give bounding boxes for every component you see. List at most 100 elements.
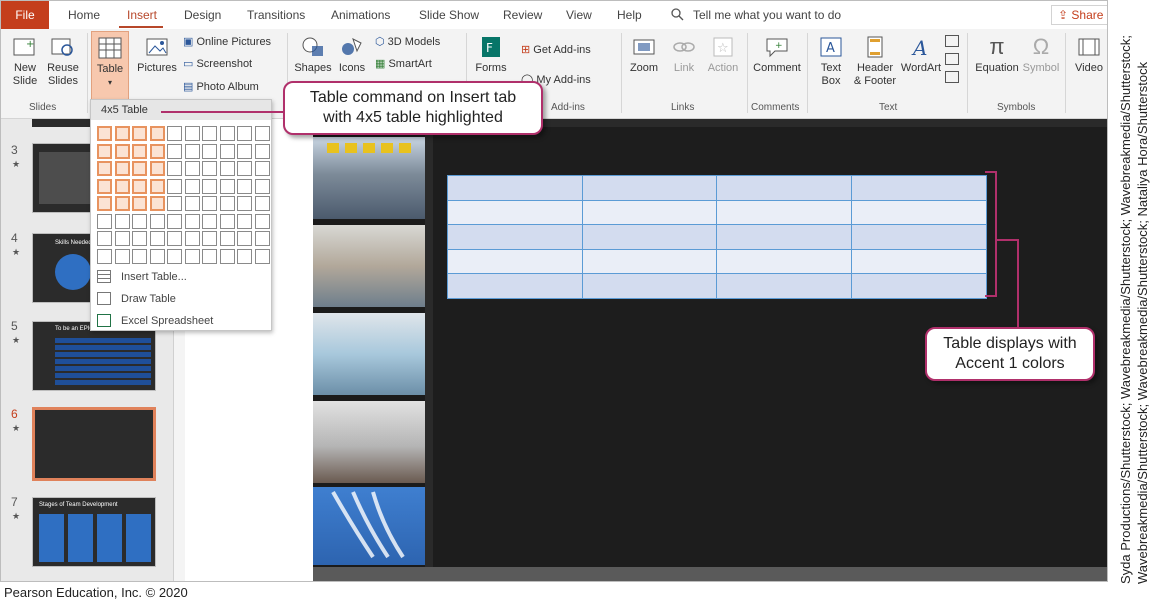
insert-table-menu-item[interactable]: Insert Table... <box>91 266 271 288</box>
table-grid-cell[interactable] <box>97 231 112 246</box>
table-grid-cell[interactable] <box>237 213 252 229</box>
draw-table-menu-item[interactable]: Draw Table <box>91 288 271 310</box>
table-grid-cell[interactable] <box>202 213 217 229</box>
table-grid-cell[interactable] <box>149 248 165 264</box>
table-grid-cell[interactable] <box>132 231 147 246</box>
table-grid-cell[interactable] <box>132 248 147 264</box>
table-grid-cell[interactable] <box>167 143 182 159</box>
table-grid-cell-highlighted[interactable] <box>132 161 147 176</box>
table-grid-cell[interactable] <box>167 126 182 141</box>
zoom-button[interactable]: Zoom <box>625 35 663 75</box>
table-grid-cell-highlighted[interactable] <box>149 126 165 141</box>
tell-me-search[interactable]: Tell me what you want to do <box>693 8 841 22</box>
screenshot-button[interactable]: ▭ Screenshot <box>183 57 252 70</box>
table-grid-cell[interactable] <box>237 178 252 194</box>
table-grid-cell[interactable] <box>167 161 182 176</box>
slide-6-thumbnail-selected[interactable] <box>32 407 156 481</box>
table-grid-cell[interactable] <box>167 213 182 229</box>
table-grid-cell[interactable] <box>167 196 182 211</box>
reuse-slides-button[interactable]: Reuse Slides <box>45 35 81 88</box>
table-grid-cell[interactable] <box>202 126 217 141</box>
table-grid-cell[interactable] <box>219 161 235 176</box>
table-grid-cell[interactable] <box>237 143 252 159</box>
table-grid-cell-highlighted[interactable] <box>149 161 165 176</box>
table-grid-cell[interactable] <box>202 231 217 246</box>
table-row[interactable] <box>448 224 986 250</box>
table-grid-cell[interactable] <box>219 248 235 264</box>
table-grid-cell[interactable] <box>184 231 200 246</box>
table-grid-cell-highlighted[interactable] <box>114 126 130 141</box>
table-grid-cell-highlighted[interactable] <box>97 161 112 176</box>
table-grid-cell[interactable] <box>184 161 200 176</box>
tab-view[interactable]: View <box>566 8 592 22</box>
slide-photo-meeting[interactable] <box>313 225 425 307</box>
text-more-icons[interactable] <box>945 35 963 95</box>
text-box-button[interactable]: A Text Box <box>813 35 849 88</box>
table-grid-cell-highlighted[interactable] <box>149 196 165 211</box>
table-grid-cell[interactable] <box>167 178 182 194</box>
slide-photo-medical-team[interactable] <box>313 313 425 395</box>
forms-button[interactable]: F Forms <box>471 35 511 75</box>
video-button[interactable]: Video <box>1069 35 1107 75</box>
table-row[interactable] <box>448 273 986 298</box>
table-grid-cell[interactable] <box>184 126 200 141</box>
tab-home[interactable]: Home <box>68 8 100 22</box>
table-row[interactable] <box>448 176 986 201</box>
table-grid-cell[interactable] <box>184 196 200 211</box>
tab-file[interactable]: File <box>1 1 49 29</box>
table-grid-cell[interactable] <box>219 231 235 246</box>
symbol-button[interactable]: Ω Symbol <box>1021 35 1061 75</box>
table-grid-cell[interactable] <box>237 161 252 176</box>
wordart-button[interactable]: A WordArt <box>899 35 943 75</box>
table-grid-cell-highlighted[interactable] <box>114 161 130 176</box>
table-grid-cell[interactable] <box>114 248 130 264</box>
table-grid-cell[interactable] <box>254 126 270 141</box>
icons-button[interactable]: Icons <box>335 35 369 75</box>
table-grid-cell[interactable] <box>97 213 112 229</box>
table-grid-cell[interactable] <box>167 231 182 246</box>
table-grid-cell[interactable] <box>219 143 235 159</box>
table-grid-cell-highlighted[interactable] <box>97 143 112 159</box>
table-grid-cell[interactable] <box>254 213 270 229</box>
table-grid-cell-highlighted[interactable] <box>114 143 130 159</box>
table-grid-cell-highlighted[interactable] <box>149 178 165 194</box>
table-grid-cell[interactable] <box>132 213 147 229</box>
table-grid-cell-highlighted[interactable] <box>132 126 147 141</box>
table-grid-cell[interactable] <box>184 248 200 264</box>
table-grid-cell[interactable] <box>114 213 130 229</box>
new-slide-button[interactable]: + New Slide <box>7 35 43 88</box>
table-grid-cell-highlighted[interactable] <box>114 196 130 211</box>
table-grid-cell-highlighted[interactable] <box>114 178 130 194</box>
slide-7-thumbnail[interactable]: Stages of Team Development <box>32 497 156 567</box>
table-grid-cell[interactable] <box>97 248 112 264</box>
table-grid-cell-highlighted[interactable] <box>132 143 147 159</box>
table-grid-cell[interactable] <box>184 143 200 159</box>
table-grid-cell-highlighted[interactable] <box>149 143 165 159</box>
table-grid-cell[interactable] <box>202 178 217 194</box>
table-grid-cell[interactable] <box>167 248 182 264</box>
tab-design[interactable]: Design <box>184 8 221 22</box>
tab-help[interactable]: Help <box>617 8 642 22</box>
header-footer-button[interactable]: Header & Footer <box>851 35 899 88</box>
table-grid-cell[interactable] <box>202 161 217 176</box>
table-grid-cell[interactable] <box>184 213 200 229</box>
equation-button[interactable]: π Equation <box>973 35 1021 75</box>
table-grid-cell[interactable] <box>219 178 235 194</box>
table-grid-cell-highlighted[interactable] <box>132 196 147 211</box>
table-grid-cell[interactable] <box>149 231 165 246</box>
table-button[interactable]: Table ▾ <box>91 31 129 101</box>
table-grid-cell[interactable] <box>237 196 252 211</box>
table-grid-cell[interactable] <box>202 196 217 211</box>
excel-spreadsheet-menu-item[interactable]: Excel Spreadsheet <box>91 310 271 332</box>
table-grid-cell-highlighted[interactable] <box>132 178 147 194</box>
photo-album-button[interactable]: ▤ Photo Album <box>183 80 259 93</box>
table-grid-cell[interactable] <box>219 126 235 141</box>
table-grid-cell-highlighted[interactable] <box>97 178 112 194</box>
slide-photo-plates[interactable] <box>313 401 425 483</box>
comment-button[interactable]: + Comment <box>751 35 803 75</box>
tab-slide-show[interactable]: Slide Show <box>419 8 479 22</box>
tab-animations[interactable]: Animations <box>331 8 390 22</box>
tab-insert[interactable]: Insert <box>127 8 157 22</box>
table-grid-cell[interactable] <box>254 231 270 246</box>
table-row[interactable] <box>448 200 986 225</box>
